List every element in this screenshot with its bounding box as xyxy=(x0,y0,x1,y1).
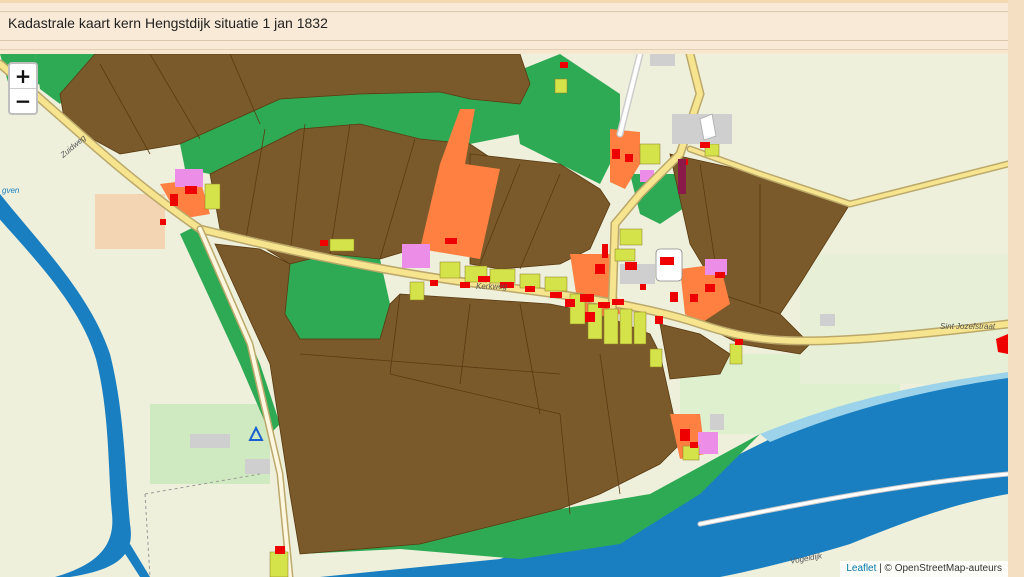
zoom-out-button[interactable]: − xyxy=(10,89,36,113)
purple-parcel xyxy=(678,159,686,194)
osm-link[interactable]: OpenStreetMap-auteurs xyxy=(895,563,1002,574)
water-label: gven xyxy=(2,186,20,195)
pink-parcel xyxy=(175,169,203,187)
pink-parcel xyxy=(698,432,718,454)
pink-parcel xyxy=(402,244,430,268)
zoom-control: + − xyxy=(8,62,38,115)
leaflet-link[interactable]: Leaflet xyxy=(846,563,876,574)
residential-area xyxy=(95,194,165,249)
page-side-strip xyxy=(1008,0,1024,577)
attribution-separator: | © xyxy=(876,563,895,574)
map-canvas[interactable] xyxy=(0,54,1008,577)
title-bar: Kadastrale kaart kern Hengstdijk situati… xyxy=(0,0,1008,50)
page-title: Kadastrale kaart kern Hengstdijk situati… xyxy=(8,15,328,31)
road-label-sint-jozefstraat: Sint Jozefstraat xyxy=(940,322,996,331)
map-attribution: Leaflet | © OpenStreetMap-auteurs xyxy=(840,561,1008,577)
map-container[interactable]: Zuidweg Kerkweg Sint Jozefstraat Vogeldi… xyxy=(0,54,1008,577)
zoom-in-button[interactable]: + xyxy=(10,64,36,89)
road-label-kerkweg: Kerkweg xyxy=(476,282,508,291)
